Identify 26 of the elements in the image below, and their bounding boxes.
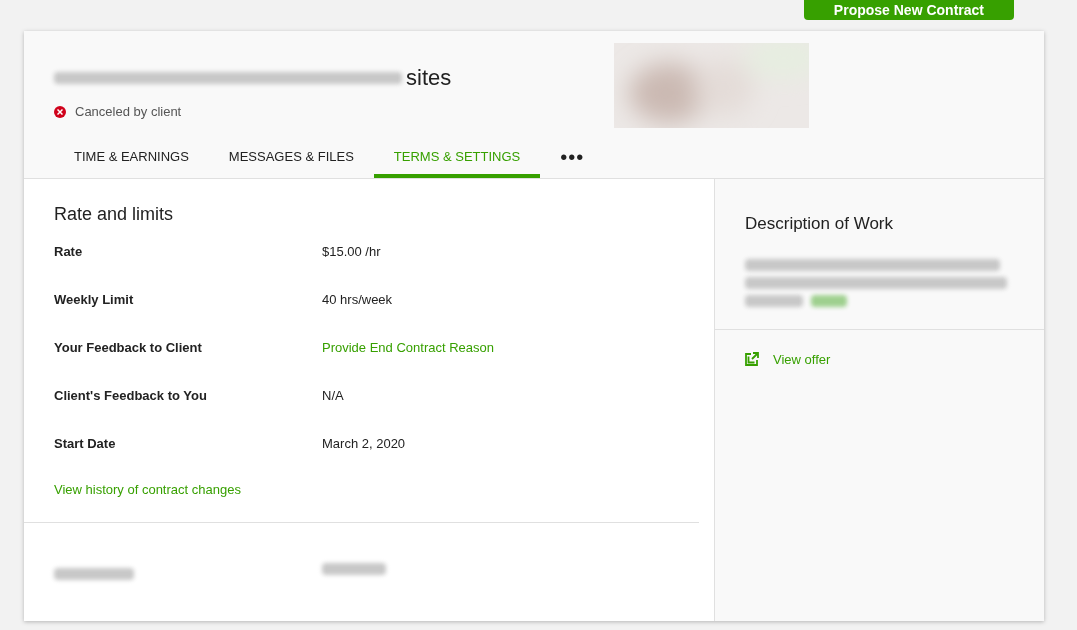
field-value: 40 hrs/week [322,291,393,310]
field-label: Client's Feedback to You [54,387,208,406]
contract-title: sites [406,64,452,92]
tab[interactable]: TERMS & SETTINGS [373,140,541,178]
propose-contract-button[interactable]: Propose New Contract [803,0,1014,20]
contract-status: Canceled by client [75,103,182,121]
field-label: Start Date [54,435,117,454]
field-label: Your Feedback to Client [54,339,203,358]
description-title: Description of Work [745,213,894,235]
field-value: $15.00 /hr [322,243,381,262]
field-value: N/A [322,387,344,406]
external-link-icon [745,352,759,367]
more-tab[interactable]: ••• [540,140,605,178]
tab[interactable]: TIME & EARNINGS [54,140,209,178]
canceled-icon [54,105,66,118]
field-label: Weekly Limit [54,291,135,310]
end-contract-link[interactable]: Provide End Contract Reason [322,338,494,358]
redacted-text [745,294,803,307]
history-link[interactable]: View history of contract changes [54,480,669,500]
field-value: March 2, 2020 [322,435,406,454]
redacted-text [811,294,847,307]
redacted-text [322,562,386,575]
view-offer-link[interactable]: View offer [773,349,831,369]
tab[interactable]: MESSAGES & FILES [208,140,374,178]
field-label: Rate [54,243,84,262]
section-title: Rate and limits [54,203,175,226]
